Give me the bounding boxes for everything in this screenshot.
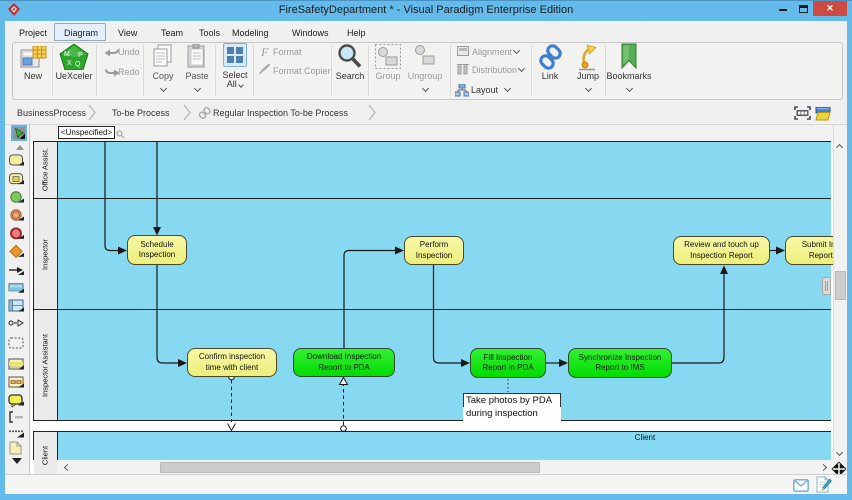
svg-text:Q: Q <box>75 61 81 68</box>
svg-text:M: M <box>64 51 70 58</box>
svg-text:P: P <box>78 52 83 59</box>
svg-text:X: X <box>67 60 72 67</box>
